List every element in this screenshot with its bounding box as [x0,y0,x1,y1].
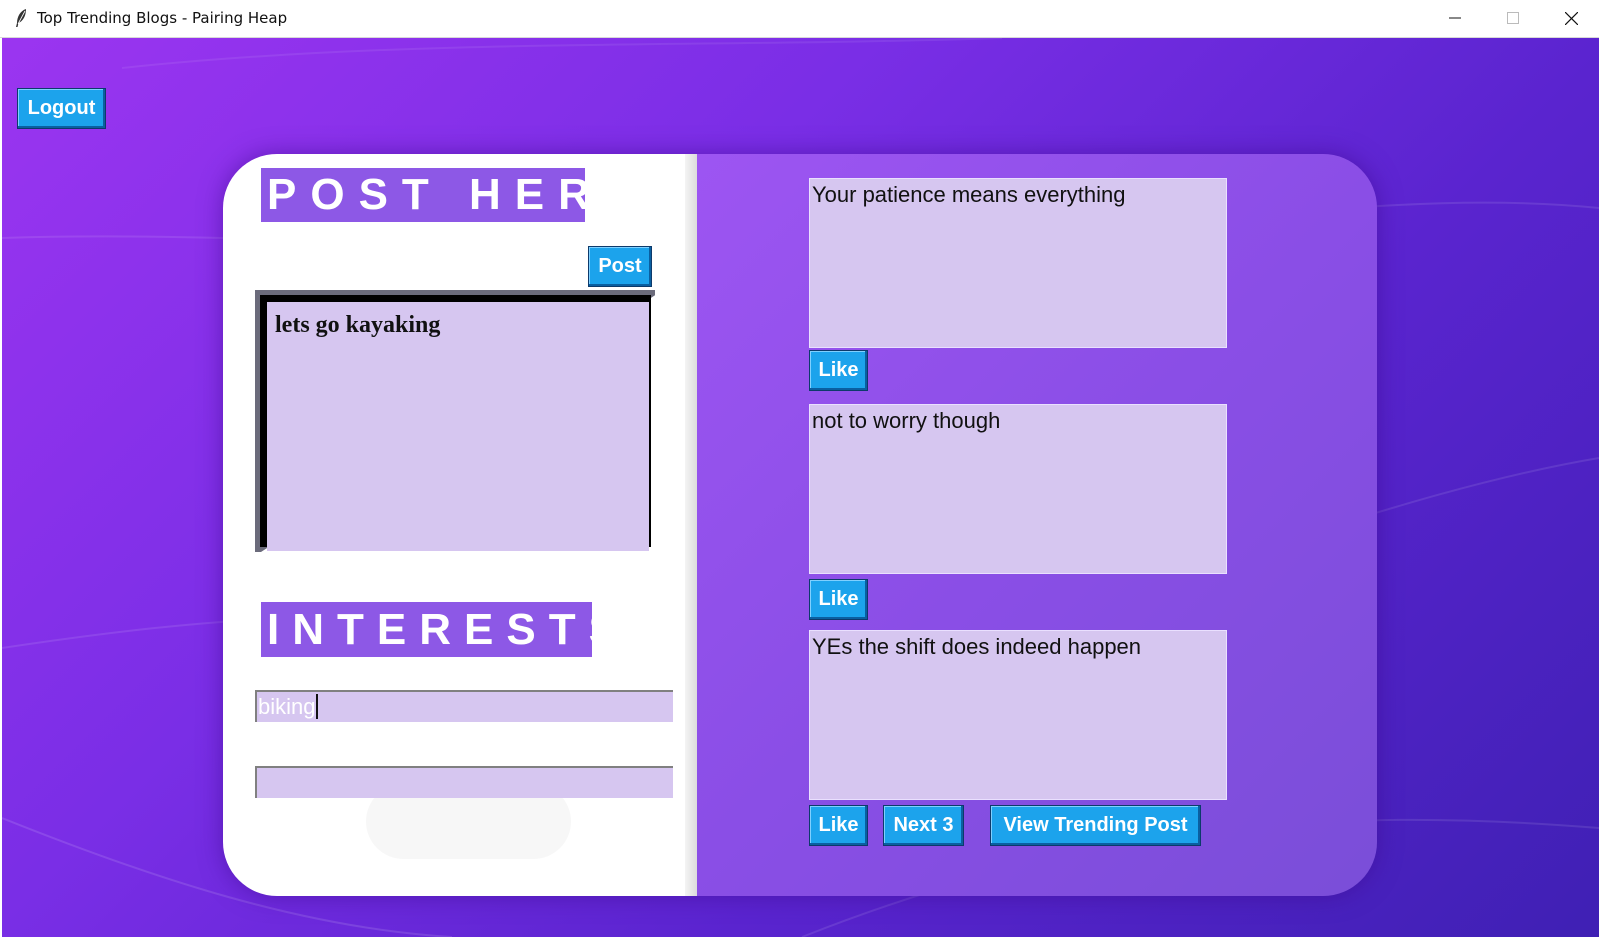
interest-input-1[interactable]: biking [255,690,673,722]
view-trending-post-button[interactable]: View Trending Post [990,805,1201,846]
interests-heading: INTERESTS [261,602,618,657]
window-titlebar: Top Trending Blogs - Pairing Heap [0,0,1599,38]
text-caret [316,694,319,719]
like-button-1[interactable]: Like [809,350,868,391]
like-button-3[interactable]: Like [809,805,868,846]
close-icon[interactable] [1548,0,1594,36]
maximize-icon[interactable] [1490,0,1536,36]
like-button-2[interactable]: Like [809,579,868,620]
feed-post-3: YEs the shift does indeed happen [809,630,1227,800]
interest-input-2[interactable] [255,766,673,798]
main-card: POST HERE Post lets go kayaking INTEREST… [223,154,1377,896]
feather-icon [16,9,26,27]
app-background: Logout POST HERE Post lets go kayaking I… [2,38,1599,937]
logout-button[interactable]: Logout [17,88,106,129]
panel-divider [685,154,697,896]
post-here-heading: POST HERE [261,168,633,222]
interest-input-1-value: biking [258,694,316,719]
post-textarea[interactable]: lets go kayaking [267,302,649,551]
window-title: Top Trending Blogs - Pairing Heap [37,9,288,27]
next-3-button[interactable]: Next 3 [883,805,964,846]
compose-panel: POST HERE Post lets go kayaking INTEREST… [223,154,685,896]
feed-post-2: not to worry though [809,404,1227,574]
minimize-icon[interactable] [1432,0,1478,36]
feed-post-1: Your patience means everything [809,178,1227,348]
post-button[interactable]: Post [588,246,652,287]
